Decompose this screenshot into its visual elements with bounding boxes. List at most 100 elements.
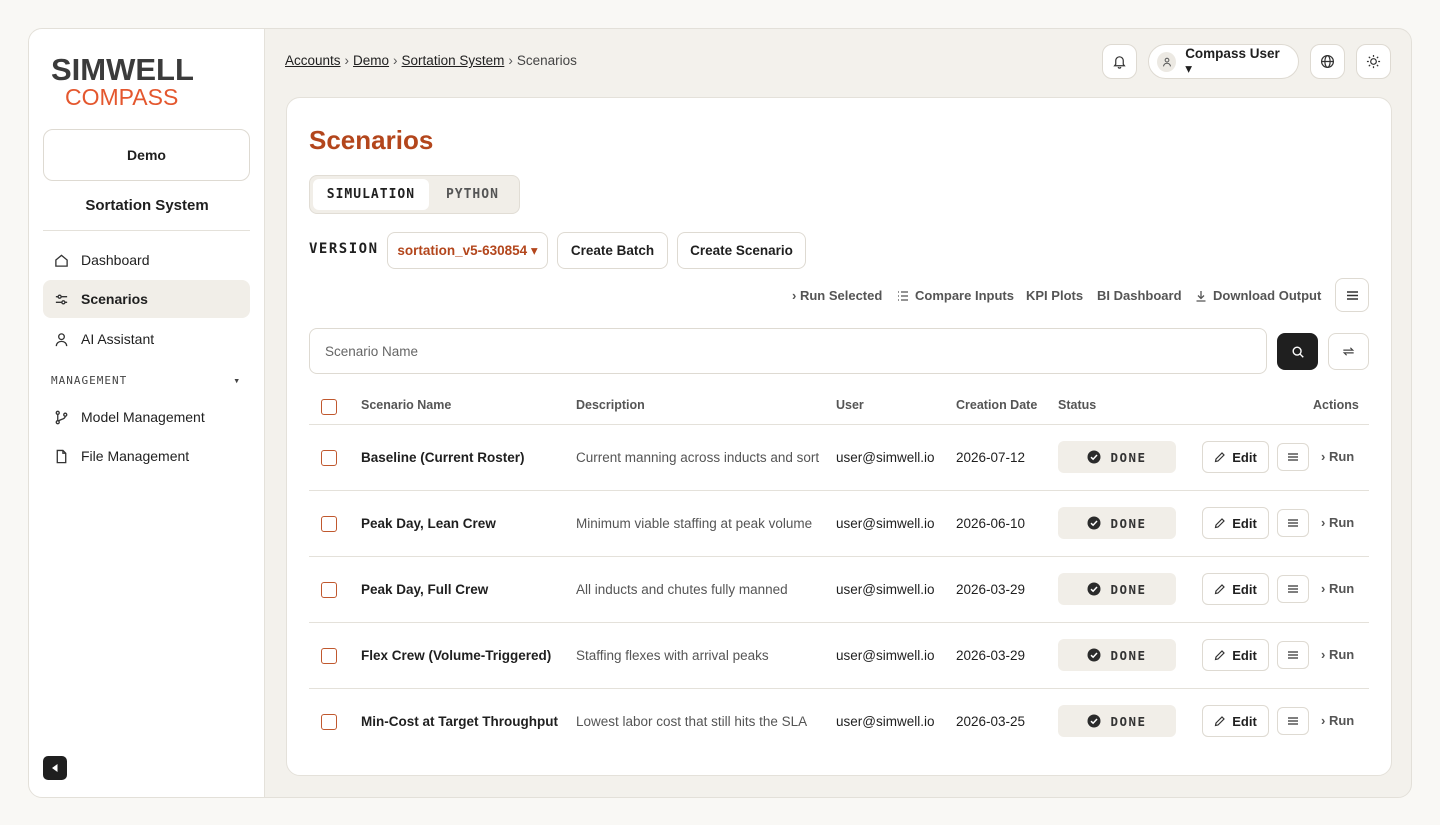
hamburger-icon (1346, 290, 1358, 300)
management-section-toggle[interactable]: MANAGEMENT ▾ (51, 374, 241, 387)
row-checkbox[interactable] (321, 516, 337, 532)
sidebar-item-dashboard[interactable]: Dashboard (43, 241, 250, 279)
row-checkbox[interactable] (321, 450, 337, 466)
row-menu-button[interactable] (1277, 509, 1309, 537)
scenario-name[interactable]: Peak Day, Lean Crew (361, 516, 496, 531)
breadcrumb: Accounts › Demo › Sortation System › Scenarios (285, 53, 577, 68)
status-text: DONE (1110, 449, 1147, 465)
header-user: User (836, 398, 864, 412)
sidebar-item-label: AI Assistant (81, 331, 155, 347)
scenario-user: user@simwell.io (836, 648, 935, 663)
edit-label: Edit (1232, 713, 1257, 729)
edit-button[interactable]: Edit (1202, 705, 1269, 737)
run-button[interactable]: › Run (1321, 713, 1354, 728)
row-checkbox[interactable] (321, 582, 337, 598)
hamburger-icon (1288, 519, 1298, 527)
row-checkbox[interactable] (321, 648, 337, 664)
row-menu-button[interactable] (1277, 575, 1309, 603)
run-button[interactable]: › Run (1321, 647, 1354, 662)
scenario-date: 2026-03-29 (956, 582, 1026, 597)
pencil-icon (1214, 584, 1226, 595)
sidebar-item-scenarios[interactable]: Scenarios (43, 280, 250, 318)
edit-button[interactable]: Edit (1202, 639, 1269, 671)
bi-dashboard-label: BI Dashboard (1097, 288, 1182, 303)
logo-text-bottom: COMPASS (65, 84, 178, 109)
check-circle-icon (1087, 516, 1101, 530)
row-menu-button[interactable] (1277, 707, 1309, 735)
refresh-button[interactable] (1328, 333, 1369, 370)
sidebar-divider (43, 230, 250, 231)
status-text: DONE (1110, 647, 1147, 663)
download-output-label: Download Output (1213, 288, 1322, 303)
run-button[interactable]: › Run (1321, 515, 1354, 530)
table-header: Scenario Name Description User Creation … (309, 390, 1369, 425)
scenario-description: Minimum viable staffing at peak volume (576, 516, 813, 531)
scenario-name[interactable]: Baseline (Current Roster) (361, 450, 525, 465)
bi-dashboard-button[interactable]: BI Dashboard (1097, 288, 1182, 303)
header-scenario-name: Scenario Name (361, 398, 452, 412)
scenario-description: Current manning across inducts and sort (576, 450, 820, 465)
logo-mark: SIMWELL COMPASS (51, 52, 194, 110)
kpi-plots-button[interactable]: KPI Plots (1026, 288, 1083, 303)
edit-label: Edit (1232, 449, 1257, 465)
sliders-icon (53, 291, 69, 307)
version-select[interactable]: sortation_v5-630854 ▾ (387, 232, 548, 269)
table-row: Flex Crew (Volume-Triggered) Staffing fl… (309, 623, 1369, 689)
account-name: Demo (127, 147, 166, 163)
scenario-description: All inducts and chutes fully manned (576, 582, 788, 597)
scenario-user: user@simwell.io (836, 516, 935, 531)
edit-button[interactable]: Edit (1202, 441, 1269, 473)
breadcrumb-current: Scenarios (516, 53, 577, 68)
sidebar-item-model-management[interactable]: Model Management (43, 398, 250, 436)
breadcrumb-separator: › (393, 53, 398, 68)
download-output-button[interactable]: Download Output (1195, 288, 1321, 303)
scenario-description: Staffing flexes with arrival peaks (576, 648, 769, 663)
breadcrumb-accounts[interactable]: Accounts (285, 53, 341, 68)
scenario-date: 2026-03-25 (956, 714, 1026, 729)
search-icon (1291, 345, 1304, 358)
sidebar-item-label: Dashboard (81, 252, 150, 268)
run-selected-button[interactable]: › Run Selected (792, 288, 882, 303)
row-menu-button[interactable] (1277, 443, 1309, 471)
run-button[interactable]: › Run (1321, 449, 1354, 464)
compare-inputs-button[interactable]: Compare Inputs (897, 288, 1014, 303)
section-label: MANAGEMENT (51, 374, 128, 387)
scenario-search-input[interactable]: Scenario Name (309, 328, 1267, 374)
status-text: DONE (1110, 515, 1147, 531)
more-menu-button[interactable] (1335, 278, 1369, 312)
tab-simulation[interactable]: SIMULATION (313, 179, 429, 210)
row-menu-button[interactable] (1277, 641, 1309, 669)
sidebar-item-ai-assistant[interactable]: AI Assistant (43, 320, 250, 358)
language-button[interactable] (1310, 44, 1345, 79)
theme-toggle-button[interactable] (1356, 44, 1391, 79)
caret-left-icon (52, 764, 58, 772)
breadcrumb-sortation-system[interactable]: Sortation System (402, 53, 505, 68)
row-checkbox[interactable] (321, 714, 337, 730)
scenario-name[interactable]: Flex Crew (Volume-Triggered) (361, 648, 551, 663)
scenario-name[interactable]: Peak Day, Full Crew (361, 582, 488, 597)
create-batch-button[interactable]: Create Batch (557, 232, 668, 269)
hamburger-icon (1288, 585, 1298, 593)
sidebar-item-file-management[interactable]: File Management (43, 437, 250, 475)
create-scenario-button[interactable]: Create Scenario (677, 232, 806, 269)
notifications-button[interactable] (1102, 44, 1137, 79)
pencil-icon (1214, 716, 1226, 727)
edit-button[interactable]: Edit (1202, 507, 1269, 539)
scenario-name[interactable]: Min-Cost at Target Throughput (361, 714, 558, 729)
account-selector[interactable]: Demo (43, 129, 250, 181)
check-circle-icon (1087, 714, 1101, 728)
select-all-checkbox[interactable] (321, 399, 337, 415)
refresh-icon (1342, 347, 1355, 356)
file-icon (53, 448, 69, 464)
tab-python[interactable]: PYTHON (429, 179, 516, 210)
collapse-sidebar-button[interactable] (43, 756, 67, 780)
breadcrumb-demo[interactable]: Demo (353, 53, 389, 68)
run-button[interactable]: › Run (1321, 581, 1354, 596)
sidebar-item-label: Model Management (81, 409, 205, 425)
user-menu-button[interactable]: Compass User ▾ (1148, 44, 1299, 79)
status-badge: DONE (1058, 705, 1176, 737)
simwell-compass-logo[interactable]: SIMWELL COMPASS (51, 52, 201, 110)
header-description: Description (576, 398, 645, 412)
edit-button[interactable]: Edit (1202, 573, 1269, 605)
search-button[interactable] (1277, 333, 1318, 370)
